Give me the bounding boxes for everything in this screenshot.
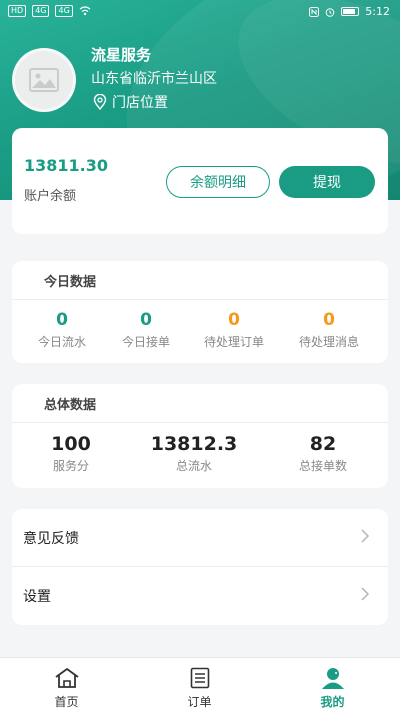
total-data-card: 总体数据 100 服务分 13812.3 总流水 82 总接单数 bbox=[12, 384, 388, 488]
hd-indicator: HD bbox=[8, 5, 27, 17]
status-bar-right: 5:12 bbox=[309, 5, 390, 18]
settings-menu: 意见反馈 设置 bbox=[12, 509, 388, 625]
stat-label: 今日流水 bbox=[37, 335, 86, 349]
wifi-icon bbox=[79, 6, 91, 16]
balance-detail-button[interactable]: 余额明细 bbox=[166, 166, 270, 198]
stat-label: 待处理订单 bbox=[203, 335, 264, 349]
bottom-tab-bar: 首页 订单 我的 bbox=[0, 657, 400, 711]
orders-icon bbox=[190, 666, 210, 690]
menu-item-label: 设置 bbox=[23, 589, 51, 605]
stat-today-revenue[interactable]: 0 今日流水 bbox=[15, 310, 109, 350]
signal-indicator: 4G bbox=[55, 5, 73, 17]
tab-label: 首页 bbox=[54, 695, 79, 709]
image-placeholder-icon bbox=[29, 68, 59, 92]
status-bar-left: HD 4G 4G bbox=[8, 5, 91, 17]
store-location-label: 门店位置 bbox=[112, 95, 168, 111]
withdraw-button[interactable]: 提现 bbox=[279, 166, 375, 198]
store-location-link[interactable]: 门店位置 bbox=[93, 92, 168, 112]
menu-item-feedback[interactable]: 意见反馈 bbox=[12, 509, 388, 567]
total-data-title: 总体数据 bbox=[44, 398, 97, 413]
stat-total-revenue[interactable]: 13812.3 总流水 bbox=[134, 434, 254, 474]
stat-value: 0 bbox=[228, 310, 240, 330]
stat-today-orders[interactable]: 0 今日接单 bbox=[99, 310, 193, 350]
stat-value: 0 bbox=[140, 310, 152, 330]
balance-amount: 13811.30 bbox=[24, 156, 109, 175]
chevron-right-icon bbox=[361, 529, 370, 543]
shop-address: 山东省临沂市兰山区 bbox=[91, 71, 217, 87]
home-icon bbox=[54, 666, 80, 690]
menu-item-settings[interactable]: 设置 bbox=[12, 567, 388, 625]
shop-avatar[interactable] bbox=[12, 48, 76, 112]
divider bbox=[12, 299, 388, 300]
alarm-icon bbox=[325, 7, 335, 17]
menu-item-label: 意见反馈 bbox=[23, 531, 79, 547]
balance-label: 账户余额 bbox=[24, 189, 77, 204]
stat-pending-messages[interactable]: 0 待处理消息 bbox=[282, 310, 376, 350]
today-data-title: 今日数据 bbox=[44, 275, 97, 290]
chevron-right-icon bbox=[361, 587, 370, 601]
stat-label: 总流水 bbox=[175, 459, 212, 473]
stat-label: 服务分 bbox=[52, 459, 89, 473]
signal-indicator: 4G bbox=[32, 5, 50, 17]
divider bbox=[12, 422, 388, 423]
profile-icon bbox=[321, 666, 345, 690]
shop-name: 流星服务 bbox=[91, 46, 152, 64]
tab-label: 我的 bbox=[320, 695, 345, 709]
battery-icon bbox=[341, 7, 360, 16]
stat-label: 待处理消息 bbox=[298, 335, 359, 349]
stat-value: 13812.3 bbox=[150, 433, 238, 455]
stat-label: 总接单数 bbox=[298, 459, 347, 473]
stat-value: 0 bbox=[323, 310, 335, 330]
tab-label: 订单 bbox=[187, 695, 212, 709]
status-bar: HD 4G 4G 5:12 bbox=[0, 0, 400, 24]
status-time: 5:12 bbox=[365, 5, 390, 18]
stat-value: 100 bbox=[51, 433, 91, 455]
tab-profile[interactable]: 我的 bbox=[266, 658, 399, 711]
stat-label: 今日接单 bbox=[121, 335, 170, 349]
stat-value: 0 bbox=[56, 310, 68, 330]
tab-home[interactable]: 首页 bbox=[0, 658, 133, 711]
today-data-card: 今日数据 0 今日流水 0 今日接单 0 待处理订单 0 待处理消息 bbox=[12, 261, 388, 363]
stat-service-score[interactable]: 100 服务分 bbox=[24, 434, 118, 474]
tab-orders[interactable]: 订单 bbox=[133, 658, 266, 711]
stat-value: 82 bbox=[309, 433, 337, 455]
location-pin-icon bbox=[93, 94, 107, 110]
stat-total-orders[interactable]: 82 总接单数 bbox=[276, 434, 370, 474]
nfc-icon bbox=[309, 6, 320, 17]
stat-pending-orders[interactable]: 0 待处理订单 bbox=[187, 310, 281, 350]
balance-card: 13811.30 账户余额 余额明细 提现 bbox=[12, 128, 388, 234]
